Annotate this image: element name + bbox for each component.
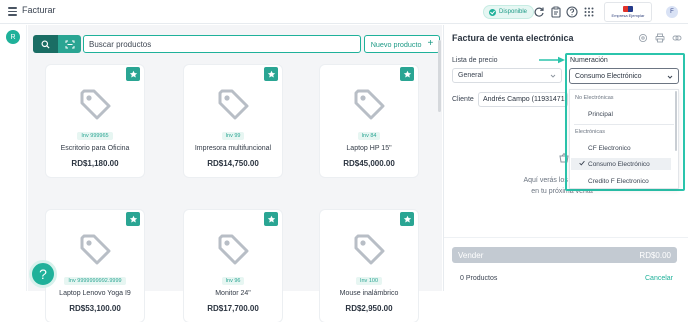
inventory-ref: Inv 999965 [77,132,113,140]
check-circle-icon [489,8,496,16]
product-price: RD$17,700.00 [207,304,259,313]
sell-label: Vender [458,250,484,260]
sell-button[interactable]: Vender RD$0.00 [452,247,677,263]
client-label: Cliente [452,96,474,103]
sidebar-avatar[interactable]: R [6,30,20,44]
numeration-label: Numeración [570,57,608,64]
top-bar: Facturar Disponible Empresa Ejemplar F [0,0,688,24]
search-input[interactable] [83,35,361,53]
product-name: Monitor 24" [215,290,251,297]
product-price: RD$53,100.00 [69,304,121,313]
product-card[interactable]: Inv 84 Laptop HP 15" RD$45,000.00 [320,65,418,177]
product-card[interactable]: Inv 999965 Escritorio para Oficina RD$1,18… [46,65,144,177]
app-title: Facturar [22,5,56,15]
dropdown-scrollbar[interactable] [675,91,677,151]
check-icon [579,160,585,166]
user-avatar[interactable]: F [666,6,678,18]
dropdown-option-consumo-electronico[interactable]: Consumo Electrónico [571,158,671,170]
price-list-value: General [458,72,483,79]
plus-icon: + [427,38,434,49]
cancel-link[interactable]: Cancelar [645,275,673,282]
product-name: Laptop Lenovo Yoga I9 [59,290,131,297]
annotation-arrow-icon [539,56,565,64]
inventory-ref: Inv 84 [357,132,381,140]
inventory-ref: Inv 99 [221,132,245,140]
print-icon[interactable] [655,33,665,43]
question-mark-icon: ? [39,266,47,282]
inventory-ref: Inv 9999999992.9999 [64,277,126,285]
price-tag-icon [354,234,385,265]
chevron-down-icon [550,74,556,78]
favorite-star-icon[interactable] [126,67,140,81]
price-tag-icon [218,89,249,120]
price-tag-icon [218,234,249,265]
barcode-scan-icon [65,40,74,48]
menu-icon[interactable] [8,7,17,16]
catalog-scrollbar[interactable] [438,40,441,112]
client-select[interactable]: Andrés Campo (11931471 [478,92,568,107]
price-tag-icon [80,89,111,120]
clipboard-icon[interactable] [550,6,562,18]
panel-divider [444,237,688,238]
company-logo[interactable]: Empresa Ejemplar [604,2,652,22]
sell-total: RD$0.00 [639,250,671,260]
logo-mark-icon [623,6,633,12]
apps-grid-icon[interactable] [583,6,595,18]
product-price: RD$2,950.00 [345,304,393,313]
company-logo-text: Empresa Ejemplar [611,13,645,18]
product-price: RD$14,750.00 [207,159,259,168]
numeration-dropdown: No Electrónicas Principal Electrónicas C… [569,89,679,189]
product-card[interactable]: Inv 100 Mouse inalámbrico RD$2,950.00 [320,210,418,322]
numeration-value: Consumo Electrónico [575,72,642,80]
product-price: RD$45,000.00 [343,159,395,168]
product-name: Impresora multifuncional [194,145,272,152]
favorite-star-icon[interactable] [400,67,414,81]
chevron-down-icon [667,75,673,79]
price-list-select[interactable]: General [452,68,562,83]
new-product-label: Nuevo producto [370,39,422,49]
search-mode-button[interactable] [33,35,58,53]
product-name: Laptop HP 15" [346,145,392,152]
search-icon [41,39,50,49]
price-tag-icon [354,89,385,120]
search-mode-toggle [33,35,81,53]
search-bar: Nuevo producto + [33,35,440,53]
link-icon[interactable] [672,33,682,43]
panel-title: Factura de venta electrónica [452,33,574,43]
inventory-ref: Inv 100 [355,277,383,285]
help-button[interactable]: ? [29,260,57,288]
price-tag-icon [80,234,111,265]
left-sidebar [0,25,27,291]
favorite-star-icon[interactable] [400,212,414,226]
inventory-ref: Inv 96 [221,277,245,285]
numeration-select[interactable]: Consumo Electrónico [569,68,679,84]
favorite-star-icon[interactable] [264,212,278,226]
favorite-star-icon[interactable] [126,212,140,226]
products-count: 0 Productos [460,275,498,282]
product-name: Escritorio para Oficina [60,145,130,152]
client-value: Andrés Campo (11931471 [483,96,565,103]
product-card[interactable]: Inv 96 Monitor 24" RD$17,700.00 [184,210,282,322]
dropdown-option-credito-f-electronico[interactable]: Credito F Electronico [571,175,671,187]
settings-icon[interactable] [638,33,648,43]
dropdown-group-electronic: Electrónicas [575,129,605,135]
status-badge-label: Disponible [499,9,528,15]
dropdown-option-label: Consumo Electrónico [588,160,650,168]
product-card[interactable]: Inv 9999999992.9999 Laptop Lenovo Yoga I9… [46,210,144,322]
dropdown-option-cf-electronico[interactable]: CF Electronico [571,142,671,154]
refresh-icon[interactable] [533,6,545,18]
product-name: Mouse inalámbrico [339,290,399,297]
product-catalog: Nuevo producto + Inv 999965 Escritorio pa… [28,25,442,322]
help-circle-icon[interactable] [566,6,578,18]
dropdown-group-non-electronic: No Electrónicas [575,95,614,101]
new-product-button[interactable]: Nuevo producto + [364,35,440,53]
product-price: RD$1,180.00 [71,159,119,168]
dropdown-option-principal[interactable]: Principal [571,108,671,120]
status-badge[interactable]: Disponible [483,5,535,19]
dropdown-divider [574,124,674,125]
price-list-label: Lista de precio [452,57,498,64]
favorite-star-icon[interactable] [264,67,278,81]
barcode-mode-button[interactable] [58,35,81,53]
product-card[interactable]: Inv 99 Impresora multifuncional RD$14,750.… [184,65,282,177]
